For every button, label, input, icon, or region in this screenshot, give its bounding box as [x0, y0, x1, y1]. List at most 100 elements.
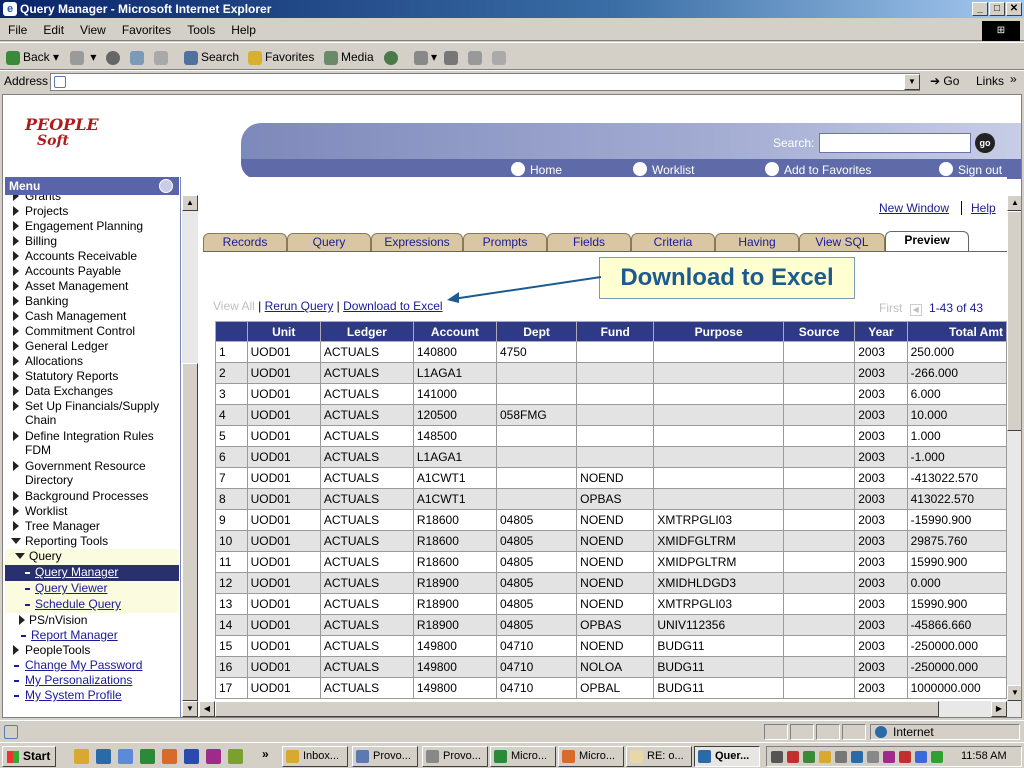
- tab-fields[interactable]: Fields: [547, 233, 631, 251]
- menu-item-general-ledger[interactable]: General Ledger: [5, 339, 179, 353]
- menu-scroll-thumb[interactable]: [182, 363, 198, 701]
- menu-item-government-resource[interactable]: Government Resource Directory: [5, 459, 179, 487]
- scroll-up-icon[interactable]: ▲: [182, 195, 198, 211]
- task-micro-1[interactable]: Micro...: [490, 746, 556, 767]
- menu-item-report-manager[interactable]: Report Manager: [5, 628, 179, 642]
- go-button[interactable]: ➔ Go: [930, 74, 959, 88]
- menu-item-my-personalizations[interactable]: My Personalizations: [5, 673, 179, 687]
- menu-item-change-password[interactable]: Change My Password: [5, 658, 179, 672]
- menu-item-setup-financials[interactable]: Set Up Financials/Supply Chain: [5, 399, 179, 427]
- favorites-button[interactable]: Favorites: [248, 47, 314, 67]
- task-query[interactable]: Quer...: [694, 746, 760, 767]
- task-provo-1[interactable]: Provo...: [352, 746, 418, 767]
- tray-antivirus-icon[interactable]: [787, 751, 799, 763]
- quicklaunch-outlook-icon[interactable]: [74, 749, 89, 764]
- quicklaunch-excel-icon[interactable]: [140, 749, 155, 764]
- tab-expressions[interactable]: Expressions: [371, 233, 463, 251]
- menu-item-define-integration-rules[interactable]: Define Integration Rules FDM: [5, 429, 179, 457]
- tray-icon[interactable]: [899, 751, 911, 763]
- search-button[interactable]: Search: [184, 47, 239, 67]
- mail-button[interactable]: ▾: [414, 47, 437, 67]
- menu-item-accounts-receivable[interactable]: Accounts Receivable: [5, 249, 179, 263]
- menu-item-allocations[interactable]: Allocations: [5, 354, 179, 368]
- tray-icon[interactable]: [931, 751, 943, 763]
- menu-item-data-exchanges[interactable]: Data Exchanges: [5, 384, 179, 398]
- quicklaunch-app-icon[interactable]: [206, 749, 221, 764]
- menu-edit[interactable]: Edit: [35, 19, 72, 41]
- quicklaunch-app2-icon[interactable]: [228, 749, 243, 764]
- scroll-down-icon[interactable]: ▼: [1007, 685, 1021, 701]
- menu-item-engagement-planning[interactable]: Engagement Planning: [5, 219, 179, 233]
- print-button[interactable]: [444, 47, 461, 67]
- menu-item-tree-manager[interactable]: Tree Manager: [5, 519, 179, 533]
- tray-network-icon[interactable]: [835, 751, 847, 763]
- task-re[interactable]: RE: o...: [626, 746, 692, 767]
- add-favorites-link[interactable]: Add to Favorites: [765, 162, 871, 177]
- tab-records[interactable]: Records: [203, 233, 287, 251]
- task-micro-2[interactable]: Micro...: [558, 746, 624, 767]
- home-button[interactable]: [154, 47, 171, 67]
- menu-item-projects[interactable]: Projects: [5, 204, 179, 218]
- menu-item-cash-management[interactable]: Cash Management: [5, 309, 179, 323]
- content-hscrollbar[interactable]: ◀ ▶: [199, 701, 1021, 717]
- menu-view[interactable]: View: [72, 19, 114, 41]
- tray-icon[interactable]: [915, 751, 927, 763]
- scroll-up-icon[interactable]: ▲: [1007, 195, 1021, 211]
- media-button[interactable]: Media: [324, 47, 374, 67]
- tray-icon[interactable]: [851, 751, 863, 763]
- ps-search-input[interactable]: [819, 133, 971, 153]
- menu-item-psnvision[interactable]: PS/nVision: [5, 613, 179, 627]
- tab-prompts[interactable]: Prompts: [463, 233, 547, 251]
- tab-view-sql[interactable]: View SQL: [799, 233, 885, 251]
- forward-button[interactable]: ▾: [70, 47, 96, 67]
- home-link[interactable]: Home: [511, 162, 562, 177]
- menu-scrollbar[interactable]: ▲ ▼: [182, 195, 198, 717]
- menu-collapse-icon[interactable]: [159, 179, 173, 193]
- tray-icon[interactable]: [883, 751, 895, 763]
- refresh-button[interactable]: [130, 47, 147, 67]
- scroll-left-icon[interactable]: ◀: [199, 701, 215, 717]
- scroll-right-icon[interactable]: ▶: [991, 701, 1007, 717]
- menu-item-accounts-payable[interactable]: Accounts Payable: [5, 264, 179, 278]
- quicklaunch-desktop-icon[interactable]: [118, 749, 133, 764]
- task-provo-2[interactable]: Provo...: [422, 746, 488, 767]
- menu-item-worklist[interactable]: Worklist: [5, 504, 179, 518]
- menu-item-banking[interactable]: Banking: [5, 294, 179, 308]
- menu-item-peopletools[interactable]: PeopleTools: [5, 643, 179, 657]
- tray-signal-icon[interactable]: [867, 751, 879, 763]
- menu-item-commitment-control[interactable]: Commitment Control: [5, 324, 179, 338]
- menu-item-schedule-query[interactable]: Schedule Query: [5, 597, 179, 613]
- menu-item-query-manager[interactable]: Query Manager: [5, 565, 179, 581]
- close-button[interactable]: ✕: [1006, 2, 1022, 16]
- quicklaunch-more-icon[interactable]: »: [262, 747, 269, 761]
- tray-volume-icon[interactable]: [819, 751, 831, 763]
- help-link[interactable]: Help: [971, 201, 996, 215]
- tab-having[interactable]: Having: [715, 233, 799, 251]
- tab-criteria[interactable]: Criteria: [631, 233, 715, 251]
- minimize-button[interactable]: _: [972, 2, 988, 16]
- menu-tools[interactable]: Tools: [179, 19, 223, 41]
- menu-item-query-viewer[interactable]: Query Viewer: [5, 581, 179, 597]
- tray-icon[interactable]: [803, 751, 815, 763]
- edit-button[interactable]: [468, 47, 485, 67]
- menu-item-billing[interactable]: Billing: [5, 234, 179, 248]
- content-hscroll-thumb[interactable]: [215, 701, 939, 717]
- task-inbox[interactable]: Inbox...: [282, 746, 348, 767]
- quicklaunch-powerpoint-icon[interactable]: [162, 749, 177, 764]
- rerun-query-link[interactable]: Rerun Query: [265, 299, 334, 313]
- menu-item-grants[interactable]: Grants: [5, 195, 179, 203]
- menu-item-query[interactable]: Query: [5, 549, 179, 565]
- menu-item-background-processes[interactable]: Background Processes: [5, 489, 179, 503]
- tray-icon[interactable]: [771, 751, 783, 763]
- worklist-link[interactable]: Worklist: [633, 162, 694, 177]
- back-button[interactable]: Back ▾: [6, 47, 59, 67]
- download-excel-link[interactable]: Download to Excel: [343, 299, 442, 313]
- menu-item-statutory-reports[interactable]: Statutory Reports: [5, 369, 179, 383]
- history-button[interactable]: [384, 47, 401, 67]
- stop-button[interactable]: [106, 47, 123, 67]
- tab-query[interactable]: Query: [287, 233, 371, 251]
- maximize-button[interactable]: □: [989, 2, 1005, 16]
- quicklaunch-word-icon[interactable]: [184, 749, 199, 764]
- address-input[interactable]: [50, 73, 920, 91]
- menu-item-asset-management[interactable]: Asset Management: [5, 279, 179, 293]
